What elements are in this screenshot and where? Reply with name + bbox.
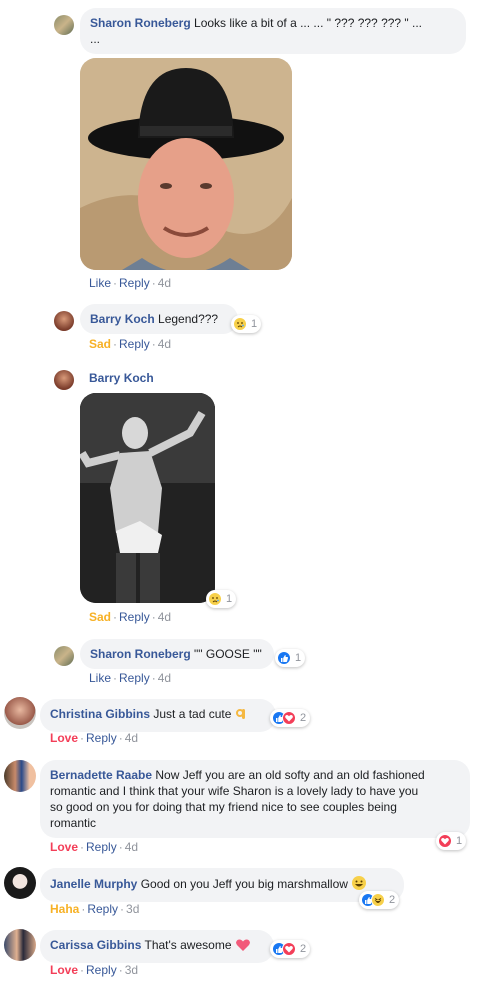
comment-text: Looks like a bit of a ... ... " ??? ??? … xyxy=(194,16,423,30)
comment-author[interactable]: Sharon Roneberg xyxy=(90,647,191,661)
reaction-summary[interactable]: 2 xyxy=(359,891,400,909)
comment-text: "" GOOSE "" xyxy=(194,647,262,661)
reaction-summary[interactable]: 1 xyxy=(275,649,306,667)
comment-author[interactable]: Sharon Roneberg xyxy=(90,16,191,30)
comment-bubble: Janelle Murphy Good on you Jeff you big … xyxy=(40,868,404,902)
comment-text-line: so good on you for doing that my friend … xyxy=(50,800,397,814)
reaction-count: 1 xyxy=(226,593,233,605)
timestamp[interactable]: 4d xyxy=(125,731,138,745)
comment-actions: Sad · Reply · 4d xyxy=(89,337,172,351)
comment-bubble: Carissa Gibbins That's awesome xyxy=(40,930,274,963)
comment-bubble: Barry Koch Legend??? xyxy=(80,304,238,334)
reaction-label[interactable]: Love xyxy=(50,963,78,977)
comment-actions: Love · Reply · 4d xyxy=(50,840,139,854)
avatar[interactable] xyxy=(54,646,74,666)
reaction-count: 1 xyxy=(456,835,463,847)
comment-text: Just a tad cute xyxy=(153,707,232,721)
ok-hand-emoji-icon xyxy=(235,707,249,725)
reply-button[interactable]: Reply xyxy=(86,731,117,745)
reaction-count: 1 xyxy=(295,652,302,664)
reaction-count: 2 xyxy=(389,894,396,906)
haha-reaction-icon xyxy=(371,893,385,907)
like-reaction-icon xyxy=(277,651,291,665)
reply-button[interactable]: Reply xyxy=(119,671,150,685)
reaction-label[interactable]: Sad xyxy=(89,610,111,624)
comment-author[interactable]: Barry Koch xyxy=(90,312,155,326)
timestamp[interactable]: 3d xyxy=(125,963,138,977)
comment-text: Legend??? xyxy=(158,312,219,326)
dancer-illustration xyxy=(80,393,215,603)
reaction-label[interactable]: Haha xyxy=(50,902,79,916)
reaction-summary[interactable]: 2 xyxy=(270,709,311,727)
sad-reaction-icon xyxy=(233,317,247,331)
comment-author[interactable]: Janelle Murphy xyxy=(50,877,137,891)
comment-author[interactable]: Carissa Gibbins xyxy=(50,938,141,952)
reaction-summary[interactable]: 1 xyxy=(231,315,262,333)
comment-bubble: Sharon Roneberg Looks like a bit of a ..… xyxy=(80,8,466,54)
love-reaction-icon xyxy=(438,834,452,848)
timestamp[interactable]: 4d xyxy=(125,840,138,854)
comment-text-cont: ... xyxy=(90,32,101,46)
love-reaction-icon xyxy=(282,942,296,956)
comment-bubble: Sharon Roneberg "" GOOSE "" xyxy=(80,639,274,669)
timestamp[interactable]: 4d xyxy=(158,610,171,624)
reaction-label[interactable]: Love xyxy=(50,840,78,854)
comment-text: That's awesome xyxy=(144,938,232,952)
comment-bubble: Christina Gibbins Just a tad cute xyxy=(40,699,276,732)
comment-text-line: romantic xyxy=(50,816,97,830)
reaction-summary[interactable]: 2 xyxy=(270,940,311,958)
comment-photo-dancer[interactable] xyxy=(80,393,215,603)
reply-button[interactable]: Reply xyxy=(86,840,117,854)
comment-photo-man-in-hat[interactable] xyxy=(80,58,292,270)
reaction-count: 2 xyxy=(300,712,307,724)
reaction-label[interactable]: Sad xyxy=(89,337,111,351)
timestamp[interactable]: 3d xyxy=(126,902,139,916)
comment-actions: Love · Reply · 4d xyxy=(50,731,139,745)
love-reaction-icon xyxy=(282,711,296,725)
reaction-summary[interactable]: 1 xyxy=(436,832,467,850)
reply-button[interactable]: Reply xyxy=(87,902,118,916)
like-button[interactable]: Like xyxy=(89,276,111,290)
avatar[interactable] xyxy=(4,929,36,961)
reaction-summary[interactable]: 1 xyxy=(206,590,237,608)
avatar[interactable] xyxy=(4,867,36,899)
reply-button[interactable]: Reply xyxy=(119,610,150,624)
timestamp[interactable]: 4d xyxy=(158,276,171,290)
reply-button[interactable]: Reply xyxy=(119,276,150,290)
comment-actions: Haha · Reply · 3d xyxy=(50,902,140,916)
comment-author[interactable]: Bernadette Raabe xyxy=(50,768,152,782)
avatar[interactable] xyxy=(54,370,74,390)
like-button[interactable]: Like xyxy=(89,671,111,685)
heart-emoji-icon xyxy=(235,938,251,956)
comment-author[interactable]: Barry Koch xyxy=(89,371,154,385)
comment-text: Now Jeff you are an old softy and an old… xyxy=(155,768,425,782)
avatar[interactable] xyxy=(4,697,36,729)
avatar[interactable] xyxy=(4,760,36,792)
comment-actions: Like · Reply · 4d xyxy=(89,276,172,290)
avatar[interactable] xyxy=(54,15,74,35)
comment-text-line: romantic and I think that your wife Shar… xyxy=(50,784,419,798)
comment-bubble: Bernadette Raabe Now Jeff you are an old… xyxy=(40,760,470,838)
reaction-label[interactable]: Love xyxy=(50,731,78,745)
comment-actions: Like · Reply · 4d xyxy=(89,671,172,685)
reply-button[interactable]: Reply xyxy=(86,963,117,977)
hat-man-illustration xyxy=(80,58,292,270)
reply-button[interactable]: Reply xyxy=(119,337,150,351)
reaction-count: 1 xyxy=(251,318,258,330)
reaction-count: 2 xyxy=(300,943,307,955)
sad-reaction-icon xyxy=(208,592,222,606)
timestamp[interactable]: 4d xyxy=(158,671,171,685)
comment-actions: Love · Reply · 3d xyxy=(50,963,139,977)
comment-actions: Sad · Reply · 4d xyxy=(89,610,172,624)
avatar[interactable] xyxy=(54,311,74,331)
timestamp[interactable]: 4d xyxy=(158,337,171,351)
comment-text: Good on you Jeff you big marshmallow xyxy=(140,877,348,891)
comment-author[interactable]: Christina Gibbins xyxy=(50,707,150,721)
